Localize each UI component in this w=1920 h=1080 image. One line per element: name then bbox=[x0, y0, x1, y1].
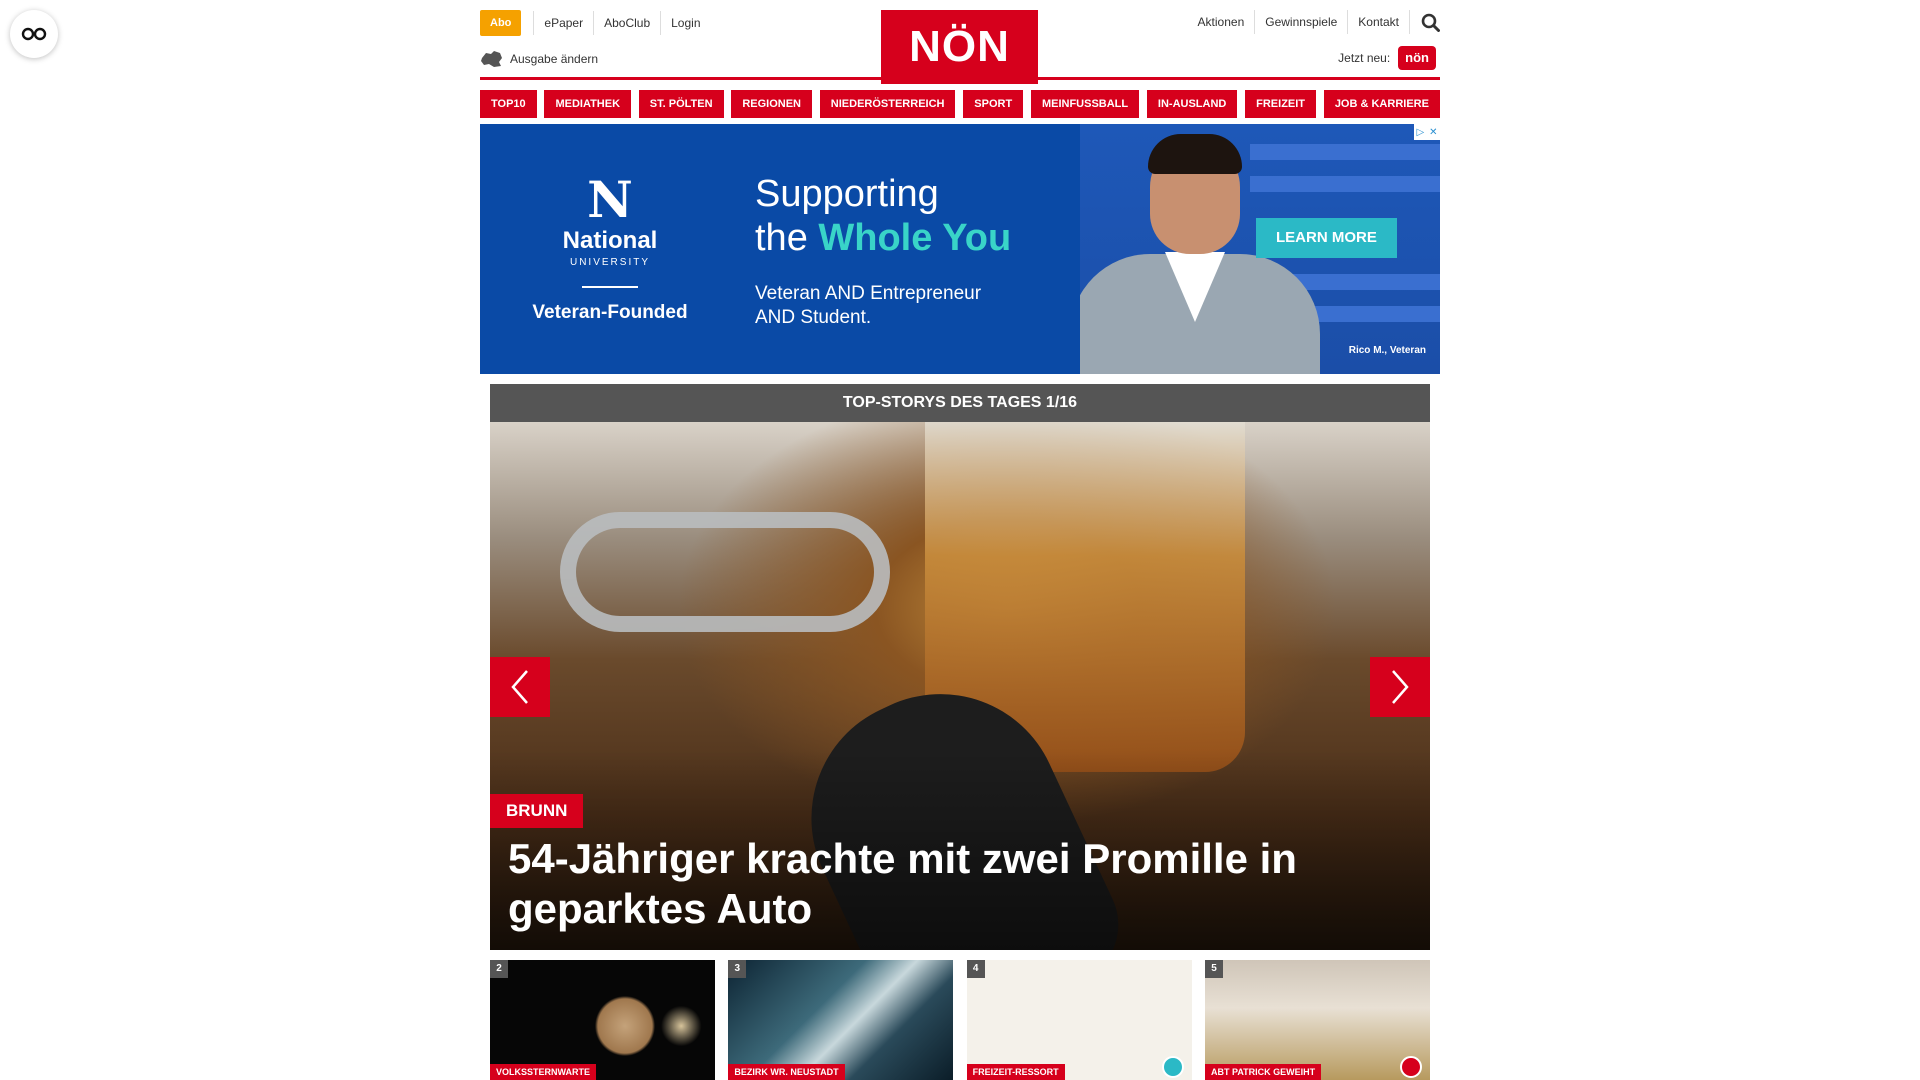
nav-item-st-poelten[interactable]: ST. PÖLTEN bbox=[638, 90, 724, 118]
nav-item-freizeit[interactable]: FREIZEIT bbox=[1245, 90, 1317, 118]
aktionen-link[interactable]: Aktionen bbox=[1188, 10, 1256, 34]
ad-choices-icon: ▷ bbox=[1416, 126, 1425, 138]
search-button[interactable] bbox=[1410, 10, 1440, 34]
gewinnspiele-link[interactable]: Gewinnspiele bbox=[1255, 10, 1349, 34]
nav-item-meinfussball[interactable]: MEINFUSSBALL bbox=[1030, 90, 1140, 118]
glasses-icon bbox=[21, 27, 47, 41]
top-stories: TOP-STORYS DES TAGES 1/16 BRUNN 54-Jähri… bbox=[490, 384, 1430, 950]
epaper-link[interactable]: ePaper bbox=[534, 11, 595, 35]
main-navigation: TOP10 MEDIATHEK ST. PÖLTEN REGIONEN NIED… bbox=[480, 90, 1440, 118]
noen-app-badge: nön bbox=[1398, 46, 1436, 70]
site-header: Abo ePaper AboClub Login Ausgabe ändern … bbox=[480, 0, 1440, 84]
carousel-prev-button[interactable] bbox=[490, 657, 550, 717]
jetzt-neu-promo[interactable]: Jetzt neu: nön bbox=[1338, 46, 1436, 70]
ad-subline-2: AND Student. bbox=[755, 307, 872, 328]
kontakt-link[interactable]: Kontakt bbox=[1348, 10, 1410, 34]
story-rank: 3 bbox=[728, 960, 747, 978]
hero-category-tag[interactable]: BRUNN bbox=[490, 794, 584, 828]
region-map-icon bbox=[481, 51, 502, 67]
story-category: ABT PATRICK GEWEIHT bbox=[1204, 1064, 1322, 1080]
ad-copy: Supporting the Whole You Veteran AND Ent… bbox=[755, 172, 1011, 330]
search-icon bbox=[1421, 13, 1440, 32]
person-hair bbox=[1148, 134, 1242, 174]
nav-item-sport[interactable]: SPORT bbox=[963, 90, 1024, 118]
ad-subline: Veteran AND Entrepreneur AND Student. bbox=[755, 282, 1011, 330]
jetzt-neu-label: Jetzt neu: bbox=[1338, 51, 1391, 65]
logo-letter: N bbox=[587, 169, 633, 229]
hero-story[interactable]: BRUNN 54-Jähriger krachte mit zwei Promi… bbox=[490, 422, 1430, 950]
gallery-icon bbox=[1161, 1056, 1184, 1078]
close-icon[interactable]: ✕ bbox=[1429, 127, 1437, 138]
ad-founded: Veteran-Founded bbox=[532, 301, 688, 323]
ad-headline-the: the bbox=[755, 217, 819, 259]
advertisement-banner[interactable]: N National UNIVERSITY Veteran-Founded Su… bbox=[480, 124, 1440, 374]
story-rank: 2 bbox=[490, 960, 508, 978]
nav-item-top10[interactable]: TOP10 bbox=[480, 90, 537, 118]
edition-switcher[interactable]: Ausgabe ändern bbox=[480, 50, 598, 68]
gallery-icon bbox=[1399, 1056, 1422, 1078]
nav-item-regionen[interactable]: REGIONEN bbox=[731, 90, 813, 118]
nav-item-mediathek[interactable]: MEDIATHEK bbox=[544, 90, 632, 118]
story-category: VOLKSSTERNWARTE bbox=[490, 1064, 597, 1080]
nav-item-job-karriere[interactable]: JOB & KARRIERE bbox=[1323, 90, 1440, 118]
ad-subline-1: Veteran AND Entrepreneur bbox=[755, 283, 982, 304]
ad-headline-line-1: Supporting bbox=[755, 173, 939, 215]
ad-headline-highlight: Whole You bbox=[818, 217, 1012, 259]
ad-choices[interactable]: ▷ ✕ bbox=[1414, 124, 1440, 140]
story-rank: 5 bbox=[1204, 960, 1223, 978]
story-rank: 4 bbox=[966, 960, 985, 978]
accessibility-toggle-button[interactable] bbox=[10, 10, 58, 58]
story-thumb[interactable]: 4 FREIZEIT-RESSORT bbox=[966, 960, 1192, 1080]
ad-photo: LEARN MORE Rico M., Veteran bbox=[1080, 124, 1440, 374]
story-thumb[interactable]: 5 ABT PATRICK GEWEIHT bbox=[1204, 960, 1430, 1080]
carousel-next-button[interactable] bbox=[1370, 657, 1430, 717]
story-thumb[interactable]: 3 BEZIRK WR. NEUSTADT bbox=[728, 960, 954, 1080]
top-stories-header: TOP-STORYS DES TAGES 1/16 bbox=[490, 384, 1430, 422]
abo-button[interactable]: Abo bbox=[480, 10, 522, 36]
aboclub-link[interactable]: AboClub bbox=[594, 11, 662, 35]
noen-logo[interactable]: NÖN bbox=[881, 10, 1038, 84]
top-right-links: Aktionen Gewinnspiele Kontakt bbox=[1188, 10, 1440, 34]
story-category: FREIZEIT-RESSORT bbox=[966, 1064, 1065, 1080]
story-thumb[interactable]: 2 VOLKSSTERNWARTE bbox=[490, 960, 715, 1080]
ad-caption: Rico M., Veteran bbox=[1348, 345, 1426, 356]
story-category: BEZIRK WR. NEUSTADT bbox=[728, 1064, 845, 1080]
story-thumbnails: 2 VOLKSSTERNWARTE 3 BEZIRK WR. NEUSTADT … bbox=[490, 960, 1430, 1080]
chevron-left-icon bbox=[511, 670, 528, 704]
hero-image-handcuffs bbox=[560, 512, 890, 632]
logo-sub: UNIVERSITY bbox=[569, 256, 650, 268]
edition-switcher-label: Ausgabe ändern bbox=[510, 52, 599, 66]
national-university-logo: N National UNIVERSITY Veteran-Founded bbox=[480, 124, 740, 374]
page-container: Abo ePaper AboClub Login Ausgabe ändern … bbox=[480, 0, 1440, 1080]
ad-headline: Supporting the Whole You bbox=[755, 172, 1011, 260]
login-link[interactable]: Login bbox=[661, 11, 710, 35]
hero-title[interactable]: 54-Jähriger krachte mit zwei Promille in… bbox=[508, 834, 1370, 934]
ad-headline-line-2: the Whole You bbox=[755, 216, 1011, 260]
top-left-links: Abo ePaper AboClub Login bbox=[480, 10, 711, 36]
flag-stripe bbox=[1250, 144, 1440, 160]
chevron-right-icon bbox=[1392, 670, 1409, 704]
logo-divider bbox=[582, 285, 638, 288]
nav-item-in-ausland[interactable]: IN-AUSLAND bbox=[1146, 90, 1238, 118]
logo-name: National bbox=[562, 226, 658, 254]
learn-more-button[interactable]: LEARN MORE bbox=[1256, 218, 1397, 258]
flag-stripe bbox=[1250, 176, 1440, 192]
nav-item-niederoesterreich[interactable]: NIEDERÖSTERREICH bbox=[819, 90, 956, 118]
